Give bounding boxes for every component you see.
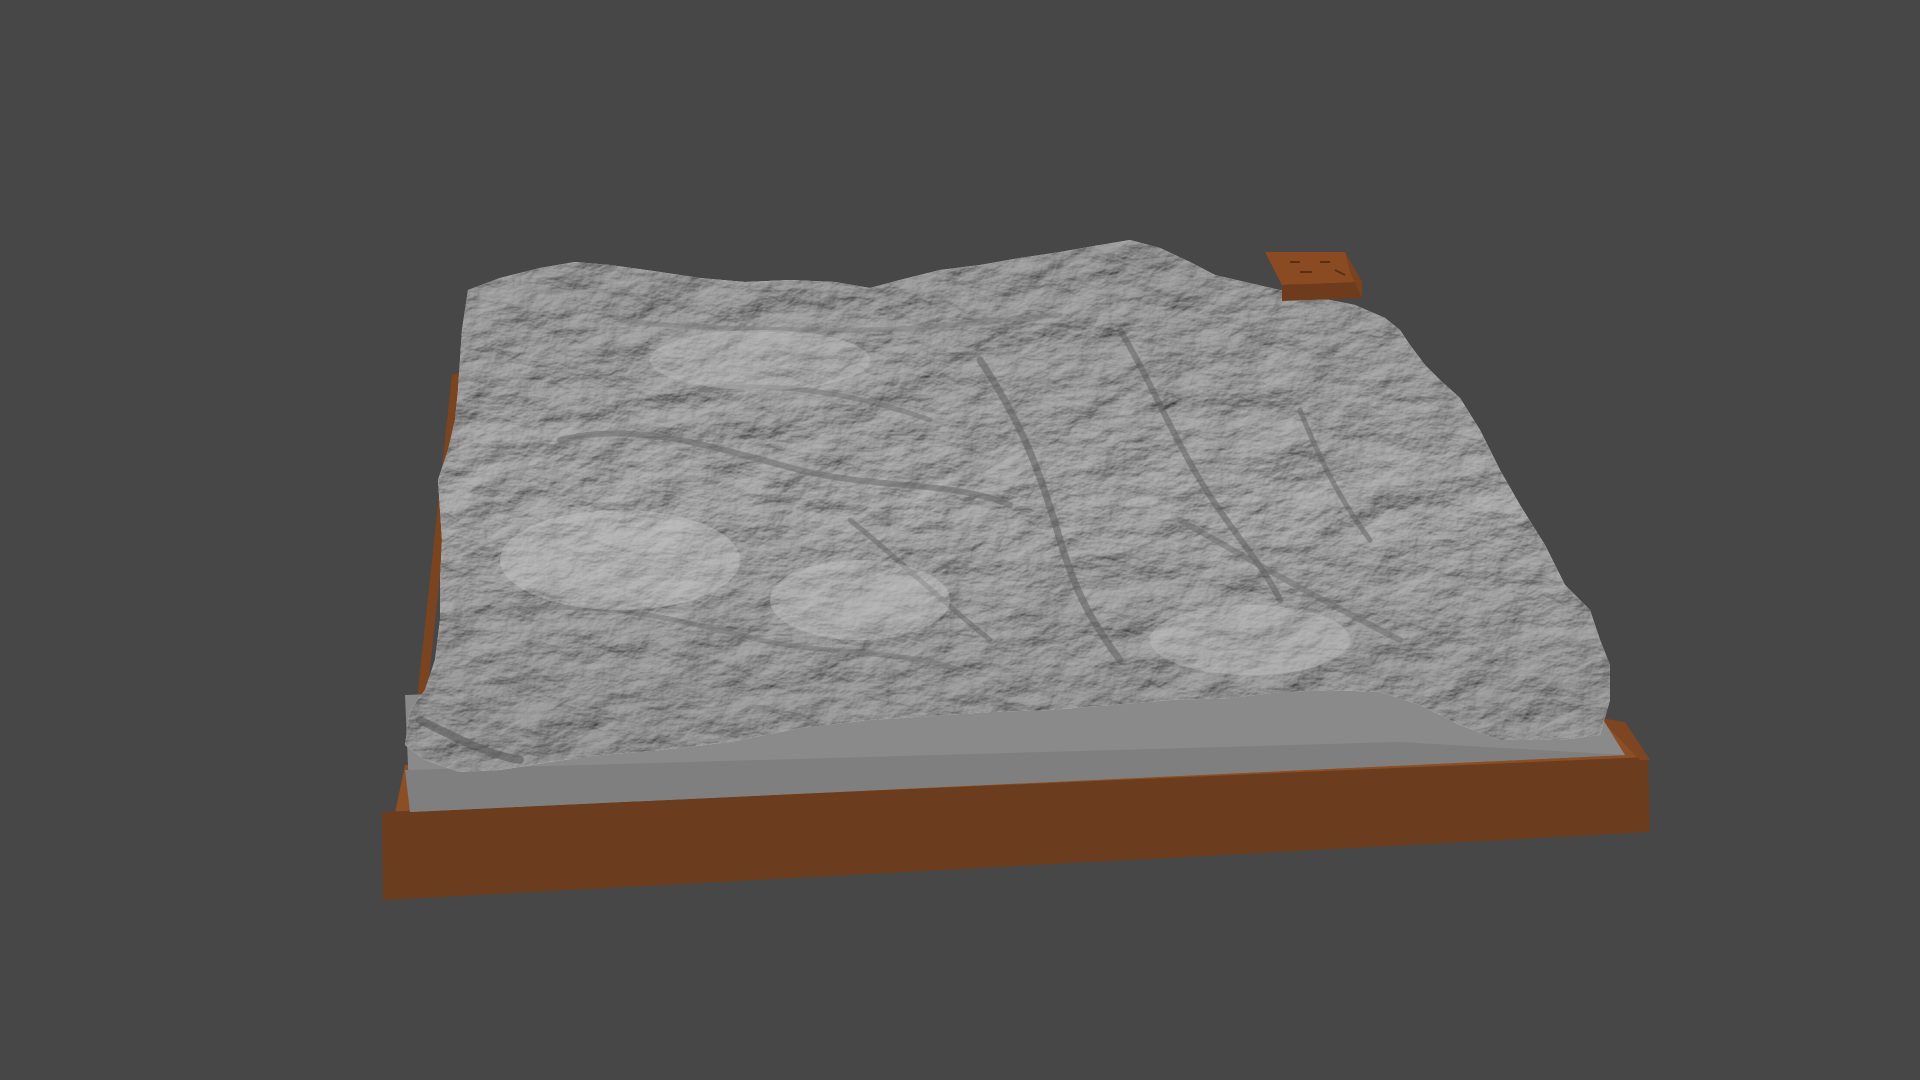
- relief-model-scene: [382, 240, 1650, 900]
- 3d-viewport[interactable]: [0, 0, 1920, 1080]
